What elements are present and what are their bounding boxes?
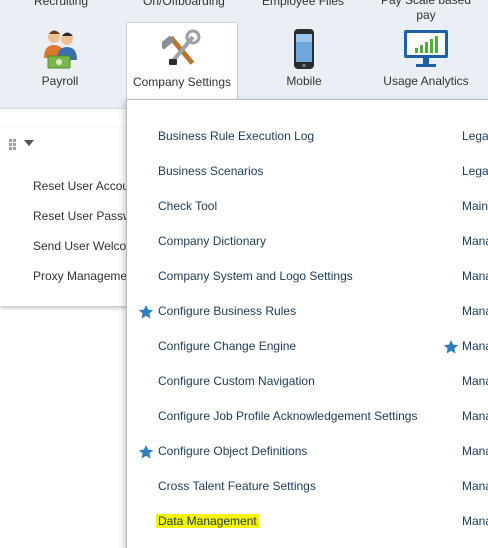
payroll-people-icon — [40, 28, 80, 73]
menu-item-business-rule-execution-log[interactable]: Business Rule Execution Log — [158, 129, 314, 143]
menu-item-right-col[interactable]: Mana — [462, 514, 488, 528]
menu-item-configure-change-engine[interactable]: Configure Change Engine — [158, 339, 296, 353]
menu-item-right-col[interactable]: Mana — [462, 304, 488, 318]
tile-company-settings-label: Company Settings — [132, 75, 232, 89]
menu-item-right-col[interactable]: Mana — [462, 234, 488, 248]
tile-mobile-label: Mobile — [286, 74, 322, 88]
tile-employee-files-label[interactable]: Employee Files — [262, 0, 344, 9]
menu-item-data-management[interactable]: Data Management — [156, 514, 259, 528]
menu-item-right-col[interactable]: Mana — [462, 339, 488, 353]
company-settings-dropdown: Business Rule Execution Log Business Sce… — [126, 99, 488, 548]
left-link-reset-user-account[interactable]: Reset User Accou — [33, 179, 129, 193]
menu-item-right-col[interactable]: Mana — [462, 444, 488, 458]
menu-item-check-tool[interactable]: Check Tool — [158, 199, 217, 213]
menu-item-right-col[interactable]: Lega — [462, 129, 488, 143]
tile-recruiting-label[interactable]: Recruiting — [34, 0, 88, 9]
tile-pay-scale-label[interactable]: Pay Scale based pay — [378, 0, 474, 23]
favorite-star-icon[interactable] — [138, 304, 154, 325]
favorite-star-icon[interactable] — [138, 444, 154, 465]
left-link-proxy-management[interactable]: Proxy Manageme — [33, 269, 127, 283]
menu-item-company-dictionary[interactable]: Company Dictionary — [158, 234, 266, 248]
menu-item-business-scenarios[interactable]: Business Scenarios — [158, 164, 263, 178]
tile-usage-analytics-label: Usage Analytics — [383, 74, 469, 88]
top-nav-band: Recruiting On/Offboarding Employee Files… — [0, 0, 488, 109]
drag-handle-icon[interactable] — [9, 138, 21, 156]
menu-item-configure-business-rules[interactable]: Configure Business Rules — [158, 304, 296, 318]
menu-item-company-system-logo-settings[interactable]: Company System and Logo Settings — [158, 269, 353, 283]
menu-item-configure-object-definitions[interactable]: Configure Object Definitions — [158, 444, 307, 458]
tile-company-settings[interactable]: Company Settings — [126, 22, 238, 109]
tile-payroll[interactable]: Payroll — [10, 22, 110, 102]
tools-icon — [159, 29, 202, 74]
menu-item-right-col[interactable]: Mana — [462, 409, 488, 423]
left-link-send-user-welcome[interactable]: Send User Welco — [33, 239, 126, 253]
menu-item-configure-job-profile-ack-settings[interactable]: Configure Job Profile Acknowledgement Se… — [158, 409, 417, 423]
menu-item-right-col[interactable]: Main — [462, 199, 488, 213]
favorite-star-icon[interactable] — [443, 339, 459, 360]
tile-mobile[interactable]: Mobile — [254, 22, 354, 102]
tile-payroll-label: Payroll — [41, 74, 79, 88]
tile-onboarding-label[interactable]: On/Offboarding — [143, 0, 225, 9]
chevron-down-icon[interactable] — [24, 140, 34, 146]
menu-item-cross-talent-feature-settings[interactable]: Cross Talent Feature Settings — [158, 479, 316, 493]
tile-usage-analytics[interactable]: Usage Analytics — [374, 22, 478, 102]
mobile-phone-icon — [291, 28, 317, 73]
menu-item-right-col[interactable]: Mana — [462, 269, 488, 283]
menu-item-right-col[interactable]: Lega — [462, 164, 488, 178]
analytics-monitor-icon — [403, 28, 449, 73]
left-link-reset-user-password[interactable]: Reset User Passw — [33, 209, 132, 223]
menu-item-right-col[interactable]: Mana — [462, 479, 488, 493]
menu-item-configure-custom-navigation[interactable]: Configure Custom Navigation — [158, 374, 315, 388]
menu-item-right-col[interactable]: Mana — [462, 374, 488, 388]
